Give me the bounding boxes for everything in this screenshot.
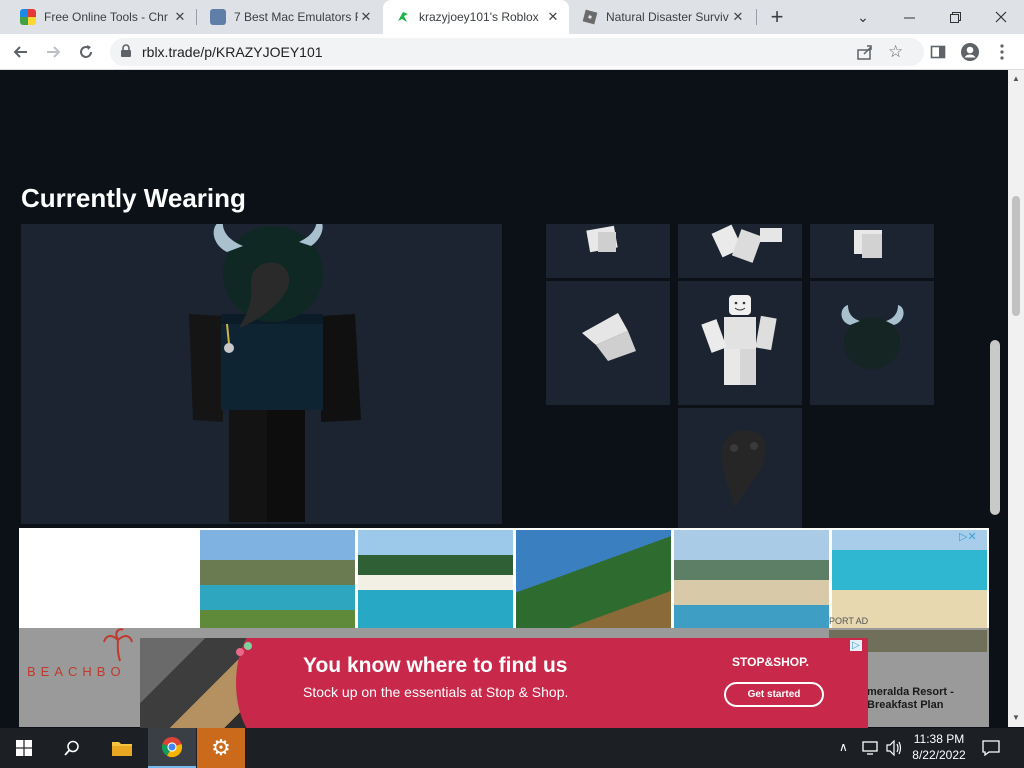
start-button[interactable] <box>0 728 48 768</box>
confetti-dot-icon <box>244 642 252 650</box>
lock-icon[interactable] <box>120 44 132 63</box>
bookmark-star-icon[interactable]: ☆ <box>888 42 903 62</box>
side-panel-icon[interactable] <box>926 40 950 64</box>
tab-mac-emulators[interactable]: 7 Best Mac Emulators F ✕ <box>198 0 382 34</box>
chrome-taskbar-button[interactable] <box>148 728 196 768</box>
network-icon[interactable] <box>862 740 880 761</box>
volume-icon[interactable] <box>886 739 904 761</box>
resort-photo-5[interactable] <box>832 530 987 630</box>
item-slot-character[interactable] <box>678 281 802 405</box>
banner-headline: You know where to find us <box>303 654 568 677</box>
tab-title: Natural Disaster Surviv <box>606 10 729 24</box>
close-tab-icon[interactable]: ✕ <box>358 9 374 25</box>
tab-free-online-tools[interactable]: Free Online Tools - Chr ✕ <box>8 0 196 34</box>
currently-wearing-heading: Currently Wearing <box>21 183 246 213</box>
inner-scrollbar-thumb[interactable] <box>990 340 1000 515</box>
adchoices-icon[interactable]: ▷✕ <box>959 530 977 543</box>
avatar-render <box>189 218 361 522</box>
scroll-up-arrow-icon[interactable]: ▲ <box>1012 74 1020 83</box>
white-character-item-icon <box>701 295 777 385</box>
notifications-icon[interactable] <box>982 739 1000 762</box>
tab-title: Free Online Tools - Chr <box>44 10 168 24</box>
back-button[interactable] <box>9 40 33 64</box>
white-arm-item-icon <box>586 225 618 253</box>
forward-button[interactable] <box>41 40 65 64</box>
resort-photo-1[interactable] <box>200 530 355 630</box>
banner-photo-curve <box>236 638 306 728</box>
tab-strip: Free Online Tools - Chr ✕ 7 Best Mac Emu… <box>0 0 1024 34</box>
share-icon[interactable] <box>856 43 874 66</box>
resort-photo-4[interactable] <box>674 530 829 630</box>
get-started-button[interactable]: Get started <box>724 682 824 707</box>
item-slot-animation[interactable] <box>678 224 802 278</box>
confetti-dot-icon <box>236 648 244 656</box>
tab-roblox-profile[interactable]: krazyjoey101's Roblox ✕ <box>383 0 569 34</box>
resort-ad-tag: PORT AD <box>829 616 869 626</box>
address-bar[interactable]: rblx.trade/p/KRAZYJOEY101 ☆ <box>110 38 924 66</box>
clock-date: 8/22/2022 <box>912 748 966 762</box>
page-scrollbar[interactable]: ▲ ▼ <box>1008 70 1024 727</box>
avatar-preview-panel <box>21 218 502 524</box>
roblox-favicon-icon <box>582 9 598 25</box>
rblx-trade-favicon-icon <box>395 9 411 25</box>
menu-kebab-icon[interactable] <box>990 40 1014 64</box>
close-tab-icon[interactable]: ✕ <box>545 9 561 25</box>
item-slot-plague-mask[interactable] <box>678 408 802 532</box>
restore-window-button[interactable] <box>932 0 978 34</box>
item-slot-leg[interactable] <box>546 281 670 405</box>
white-leg-item-icon <box>582 313 636 361</box>
tab-divider <box>756 9 757 25</box>
stop-and-shop-banner-ad[interactable]: You know where to find us Stock up on th… <box>140 638 868 728</box>
tab-search-icon[interactable]: ⌄ <box>840 0 886 34</box>
chrome-icon <box>161 737 183 758</box>
item-slot-arm-left[interactable] <box>546 224 670 278</box>
scrollbar-thumb[interactable] <box>1012 196 1020 316</box>
tab-divider <box>196 9 197 25</box>
banner-subtext: Stock up on the essentials at Stop & Sho… <box>303 684 569 700</box>
item-slot-arm-right[interactable] <box>810 224 934 278</box>
tab-natural-disaster[interactable]: Natural Disaster Surviv ✕ <box>570 0 754 34</box>
resort-caption: meralda Resort - Breakfast Plan <box>867 686 954 711</box>
scroll-down-arrow-icon[interactable]: ▼ <box>1012 713 1020 722</box>
file-explorer-icon[interactable] <box>98 728 146 768</box>
settings-taskbar-button[interactable]: ⚙ <box>197 728 245 768</box>
horned-helmet-item-icon <box>841 305 904 369</box>
white-arm-item-icon <box>854 230 882 258</box>
profile-avatar[interactable] <box>958 40 982 64</box>
url-text[interactable]: rblx.trade/p/KRAZYJOEY101 <box>142 44 323 60</box>
item-slot-horned-helmet[interactable] <box>810 281 934 405</box>
clock-time: 11:38 PM <box>913 732 965 746</box>
tab-title: 7 Best Mac Emulators F <box>234 10 358 24</box>
close-tab-icon[interactable]: ✕ <box>172 9 188 25</box>
banner-adchoices-icon[interactable]: ▷ <box>850 640 862 651</box>
close-tab-icon[interactable]: ✕ <box>730 9 746 25</box>
plague-mask-item-icon <box>721 430 767 508</box>
resort-photo-2[interactable] <box>358 530 513 630</box>
minimize-window-button[interactable] <box>886 0 932 34</box>
mac-emulator-favicon-icon <box>210 9 226 25</box>
white-animation-item-icon <box>711 224 782 263</box>
gear-icon: ⚙ <box>211 735 231 760</box>
close-window-button[interactable] <box>978 0 1024 34</box>
resort-photo-3[interactable] <box>516 530 671 630</box>
show-hidden-icons-chevron-icon[interactable]: ∧ <box>839 740 848 754</box>
resort-logo-text: BEACHBO <box>27 664 126 679</box>
windows-logo-icon <box>16 740 32 756</box>
browser-toolbar: rblx.trade/p/KRAZYJOEY101 ☆ <box>0 34 1024 70</box>
windows-taskbar: ⚙ ∧ 11:38 PM 8/22/2022 <box>0 728 1024 768</box>
reload-button[interactable] <box>74 40 98 64</box>
search-icon[interactable] <box>48 728 96 768</box>
rainbow-favicon-icon <box>20 9 36 25</box>
palm-tree-logo-icon <box>103 628 133 667</box>
stop-and-shop-logo: STOP&SHOP. <box>732 655 809 669</box>
tab-title: krazyjoey101's Roblox <box>419 10 539 24</box>
new-tab-button[interactable]: + <box>764 4 790 29</box>
clock[interactable]: 11:38 PM 8/22/2022 <box>906 731 972 763</box>
